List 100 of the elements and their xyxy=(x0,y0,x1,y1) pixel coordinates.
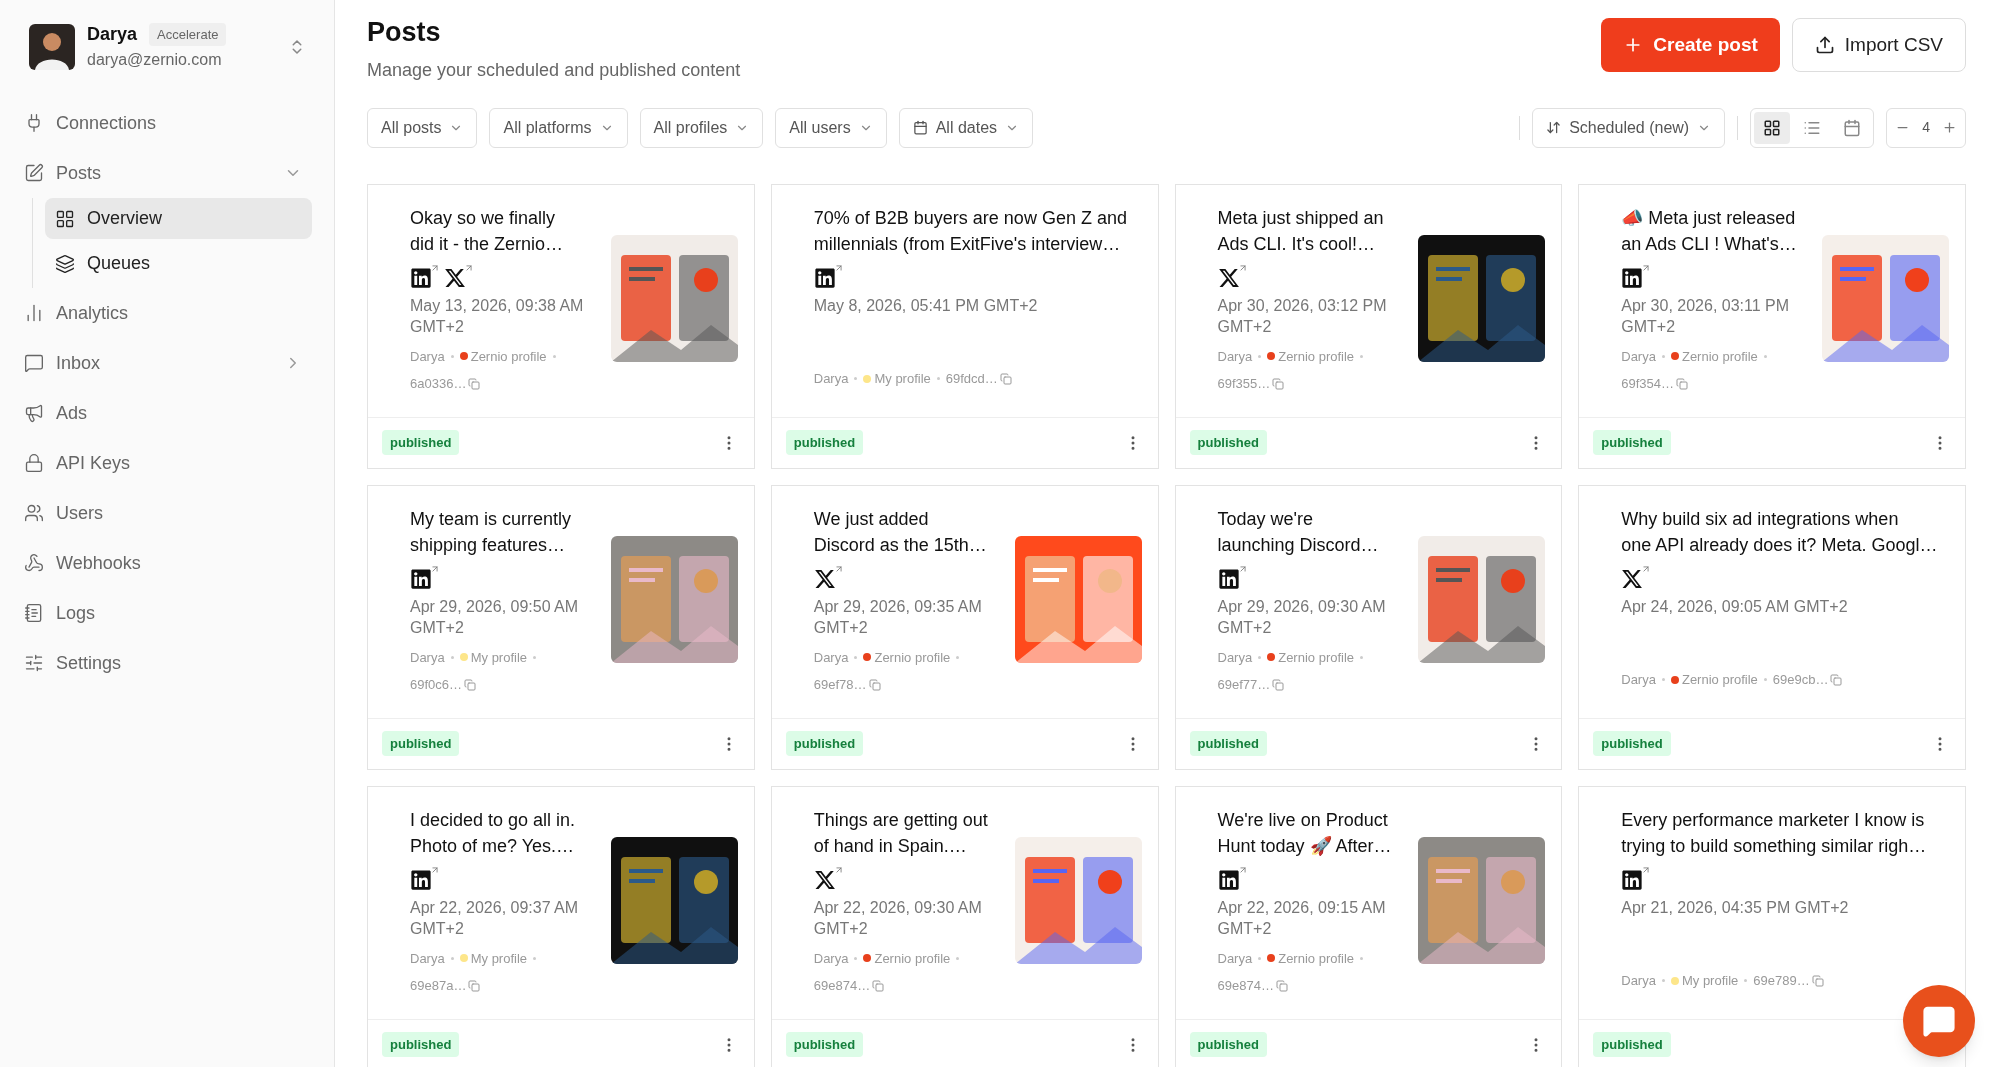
nav-item[interactable]: Users xyxy=(22,488,312,538)
post-id: 69e87a… xyxy=(410,977,467,995)
post-date: Apr 22, 2026, 09:37 AM GMT+2 xyxy=(410,897,580,939)
filter-dropdown[interactable]: All platforms xyxy=(489,107,628,148)
filter-dropdown[interactable]: All profiles xyxy=(639,107,764,148)
post-card[interactable]: I decided to go all in. Photo of me? Yes.… Apr 22, 2026, 09:37 AM GMT+2 Darya My profile 69e87a… published xyxy=(367,785,755,1067)
status-tag: published xyxy=(1189,730,1267,757)
webhook-icon xyxy=(24,553,44,573)
post-date: Apr 30, 2026, 03:11 PM GMT+2 xyxy=(1621,295,1791,337)
post-date: Apr 21, 2026, 04:35 PM GMT+2 xyxy=(1621,897,1850,918)
post-card[interactable]: Every performance marketer I know is trying to build something similar righ… Apr 21, 2026, 04:35 PM GMT+2 Darya My profile 69e789… published xyxy=(1578,785,1966,1067)
users-icon xyxy=(24,503,44,523)
post-id: 69e874… xyxy=(813,977,871,995)
post-card[interactable]: Meta just shipped an Ads CLI. It's cool!… Apr 30, 2026, 03:12 PM GMT+2 Darya Zernio profile 69f355… published xyxy=(1174,183,1563,469)
x-icon[interactable] xyxy=(813,864,844,891)
nav-subitem[interactable]: Queues xyxy=(45,243,312,284)
post-card[interactable]: My team is currently shipping features… Apr 29, 2026, 09:50 AM GMT+2 Darya My profile 69f0c6… published xyxy=(367,484,755,770)
linkedin-icon[interactable] xyxy=(1621,262,1652,289)
linkedin-icon[interactable] xyxy=(1217,563,1248,590)
post-card[interactable]: Okay so we finally did it - the Zernio… May 13, 2026, 09:38 AM GMT+2 Darya Zernio profile 6a0336… published xyxy=(367,183,755,469)
post-card[interactable]: We're live on Product Hunt today 🚀 After… Apr 22, 2026, 09:15 AM GMT+2 Darya Zernio profile 69e874… published xyxy=(1174,785,1563,1067)
nav-item[interactable]: Posts xyxy=(22,148,312,198)
post-title: Meta just shipped an Ads CLI. It's cool!… xyxy=(1217,206,1385,256)
x-icon[interactable] xyxy=(1621,563,1652,590)
nav-item[interactable]: Connections xyxy=(22,98,312,148)
filter-dropdown[interactable]: All users xyxy=(775,107,887,148)
post-user: Darya xyxy=(813,370,849,388)
plan-tag: Accelerate xyxy=(149,22,227,47)
post-title: We're live on Product Hunt today 🚀 After… xyxy=(1217,808,1393,858)
post-profile: My profile xyxy=(874,370,931,388)
post-user: Darya xyxy=(410,949,445,968)
nav-item[interactable]: API Keys xyxy=(22,438,312,488)
calendar-icon xyxy=(1843,118,1862,137)
nav-item[interactable]: Analytics xyxy=(22,288,312,338)
document-icon xyxy=(24,603,44,623)
upload-icon xyxy=(1814,35,1835,55)
post-date: Apr 30, 2026, 03:12 PM GMT+2 xyxy=(1217,295,1388,337)
post-profile: Zernio profile xyxy=(470,347,547,366)
message-icon xyxy=(24,353,44,373)
grid-icon xyxy=(55,208,75,229)
post-date: Apr 22, 2026, 09:15 AM GMT+2 xyxy=(1217,897,1387,939)
nav-item[interactable]: Logs xyxy=(22,588,312,638)
linkedin-icon[interactable] xyxy=(410,563,440,590)
page-subtitle: Manage your scheduled and published content xyxy=(367,58,742,82)
post-date: Apr 24, 2026, 09:05 AM GMT+2 xyxy=(1621,596,1849,617)
pen-icon xyxy=(24,163,44,183)
column-count: 4 xyxy=(1922,118,1930,137)
nav-subitem[interactable]: Overview xyxy=(45,198,312,239)
grid-view-button[interactable] xyxy=(1754,111,1791,144)
linkedin-icon[interactable] xyxy=(410,864,440,891)
megaphone-icon xyxy=(24,403,44,423)
post-id: 69e874… xyxy=(1217,977,1274,995)
post-title: My team is currently shipping features… xyxy=(410,507,573,557)
status-tag: published xyxy=(382,730,460,757)
post-card[interactable]: Things are getting out of hand in Spain.… Apr 22, 2026, 09:30 AM GMT+2 Darya Zernio profile 69e874… published xyxy=(770,785,1159,1067)
post-title: Today we're launching Discord… xyxy=(1217,507,1380,557)
x-icon[interactable] xyxy=(813,563,844,590)
post-user: Darya xyxy=(1217,648,1253,667)
nav-item[interactable]: Inbox xyxy=(22,338,312,388)
post-user: Darya xyxy=(1621,347,1656,366)
post-date: May 8, 2026, 05:41 PM GMT+2 xyxy=(813,295,1039,316)
post-card[interactable]: We just added Discord as the 15th… Apr 29, 2026, 09:35 AM GMT+2 Darya Zernio profile 69ef78… published xyxy=(770,484,1159,770)
create-post-button[interactable]: Create post xyxy=(1601,18,1780,72)
plus-icon[interactable] xyxy=(1942,120,1957,135)
nav-item[interactable]: Ads xyxy=(22,388,312,438)
filter-dropdown[interactable]: All dates xyxy=(898,107,1034,148)
post-profile: Zernio profile xyxy=(1681,347,1758,366)
import-csv-button[interactable]: Import CSV xyxy=(1791,18,1966,72)
linkedin-icon[interactable] xyxy=(410,262,440,289)
post-card[interactable]: Today we're launching Discord… Apr 29, 2026, 09:30 AM GMT+2 Darya Zernio profile 69ef77… published xyxy=(1174,484,1563,770)
post-id: 69e789… xyxy=(1753,972,1810,990)
status-tag: published xyxy=(1189,429,1267,456)
post-title: I decided to go all in. Photo of me? Yes.… xyxy=(410,808,577,858)
nav-item[interactable]: Settings xyxy=(22,638,312,688)
linkedin-icon[interactable] xyxy=(1217,864,1248,891)
post-card[interactable]: Why build six ad integrations when one API already does it? Meta. Googl… Apr 24, 2026, 09:05 AM GMT+2 Darya Zernio profile 69e9cb… published xyxy=(1578,484,1966,770)
post-user: Darya xyxy=(813,949,849,968)
post-profile: Zernio profile xyxy=(1278,648,1355,667)
lock-icon xyxy=(24,453,44,473)
filter-dropdown[interactable]: All posts xyxy=(367,107,478,148)
post-date: Apr 29, 2026, 09:50 AM GMT+2 xyxy=(410,596,580,638)
linkedin-icon[interactable] xyxy=(1621,864,1652,891)
post-profile: Zernio profile xyxy=(1278,347,1355,366)
post-profile: Zernio profile xyxy=(874,949,951,968)
post-title: Every performance marketer I know is trying to build something similar righ… xyxy=(1621,808,1928,858)
post-card[interactable]: 70% of B2B buyers are now Gen Z and millennials (from ExitFive's interview… May 8, 2026, 05:41 PM GMT+2 Darya My profile 69fdcd… published xyxy=(770,183,1159,469)
x-icon[interactable] xyxy=(444,262,474,289)
sort-dropdown[interactable]: Scheduled (new) xyxy=(1532,107,1726,148)
account-email: darya@zernio.com xyxy=(87,50,223,70)
post-title: 70% of B2B buyers are now Gen Z and millennials (from ExitFive's interview… xyxy=(813,206,1128,256)
page-title: Posts xyxy=(367,16,442,49)
layers-icon xyxy=(55,253,75,274)
x-icon[interactable] xyxy=(1217,262,1248,289)
post-profile: Zernio profile xyxy=(1278,949,1355,968)
post-profile: Zernio profile xyxy=(874,648,951,667)
post-id: 69f0c6… xyxy=(410,676,463,694)
linkedin-icon[interactable] xyxy=(813,262,844,289)
post-title: 📣 Meta just released an Ads CLI ! What's… xyxy=(1621,206,1798,256)
nav-item[interactable]: Webhooks xyxy=(22,538,312,588)
post-card[interactable]: 📣 Meta just released an Ads CLI ! What's… Apr 30, 2026, 03:11 PM GMT+2 Darya Zernio profile 69f354… published xyxy=(1578,183,1966,469)
